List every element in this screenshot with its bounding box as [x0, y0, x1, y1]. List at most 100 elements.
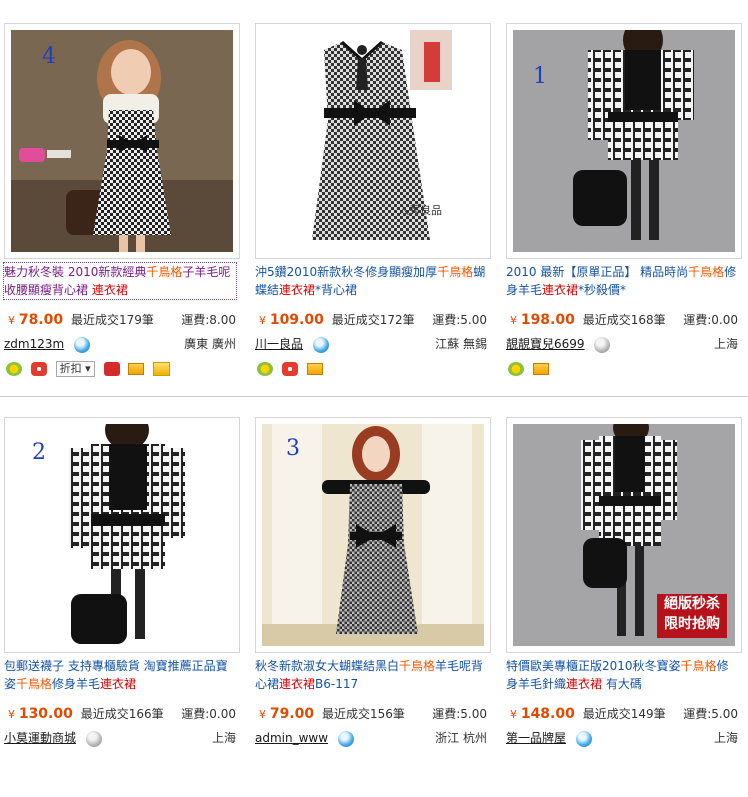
product-image[interactable]: 1: [506, 23, 742, 259]
price-row: ¥ 78.00 最近成交179筆 運費:8.00: [4, 311, 236, 329]
product-image[interactable]: 4: [4, 23, 240, 259]
price: 109.00: [269, 312, 324, 328]
ranking-number: 2: [32, 440, 46, 465]
seller-link[interactable]: 小莫運動商城: [4, 731, 76, 745]
title-text: 有大碼: [602, 677, 642, 691]
consumer-protection-icon[interactable]: [6, 362, 22, 376]
price-row: ¥ 198.00 最近成交168筆 運費:0.00: [506, 311, 738, 329]
product-image[interactable]: 3: [255, 417, 491, 653]
price-row: ¥ 130.00 最近成交166筆 運費:0.00: [4, 705, 236, 723]
product-title[interactable]: 秋冬新款淑女大蝴蝶結黑白千鳥格羊毛呢背心裙連衣裙B6-117: [255, 657, 487, 693]
sales-count: 最近成交179筆: [70, 313, 154, 327]
wangwang-online-icon[interactable]: [312, 336, 329, 353]
price: 198.00: [520, 312, 575, 328]
title-keyword: 連衣裙: [542, 283, 579, 297]
gift-icon[interactable]: [30, 362, 47, 376]
wangwang-offline-icon[interactable]: [594, 336, 611, 353]
seller-location: 上海: [211, 731, 236, 745]
ranking-number: 3: [286, 436, 300, 461]
price: 130.00: [18, 706, 73, 722]
product-title[interactable]: 包郵送襪子 支持專櫃驗貨 淘寶推薦正品寶姿千鳥格修身羊毛連衣裙: [4, 657, 236, 693]
title-keyword: 連衣裙: [566, 677, 603, 691]
consumer-protection-icon[interactable]: [508, 361, 524, 376]
service-badges: [508, 361, 554, 379]
seller-link[interactable]: admin_www: [255, 731, 328, 745]
seller-row: admin_www 浙江 杭州: [255, 729, 487, 747]
title-keyword: 千鳥格: [399, 659, 436, 673]
price: 148.00: [520, 706, 575, 722]
plus-badge-icon[interactable]: [153, 362, 171, 376]
watermark-text: 入秀良品: [398, 204, 442, 217]
title-keyword: 連衣裙: [279, 283, 316, 297]
currency-symbol: ¥: [510, 708, 517, 721]
price-row: ¥ 79.00 最近成交156筆 運費:5.00: [255, 705, 487, 723]
ranking-number: 1: [533, 64, 547, 89]
gift-icon[interactable]: [281, 361, 298, 376]
seller-link[interactable]: zdm123m: [4, 337, 64, 351]
product-card: 4 魅力秋冬裝 2010新款經典千鳥格子羊毛呢收腰顯瘦背心裙 連衣裙 ¥ 78.…: [3, 23, 242, 403]
product-image[interactable]: 絕版秒杀 限时抢购: [506, 417, 742, 653]
wangwang-online-icon[interactable]: [74, 336, 91, 353]
seller-link[interactable]: 川一良品: [255, 337, 303, 351]
credit-card-icon[interactable]: [128, 363, 145, 375]
sales-count: 最近成交168筆: [582, 313, 666, 327]
seller-link[interactable]: 第一品牌屋: [506, 731, 566, 745]
product-title[interactable]: 魅力秋冬裝 2010新款經典千鳥格子羊毛呢收腰顯瘦背心裙 連衣裙: [3, 262, 237, 300]
currency-symbol: ¥: [259, 708, 266, 721]
seller-location: 江蘇 無錫: [435, 337, 487, 351]
product-image[interactable]: 入秀良品: [255, 23, 491, 259]
currency-symbol: ¥: [8, 708, 15, 721]
product-image[interactable]: 2: [4, 417, 240, 653]
shipping-fee: 運費:8.00: [181, 313, 236, 327]
title-keyword: 千鳥格: [688, 265, 725, 279]
product-title[interactable]: 特價歐美專櫃正版2010秋冬寶姿千鳥格修身羊毛針織連衣裙 有大碼: [506, 657, 738, 693]
seller-link[interactable]: 靚靚寶兒6699: [506, 337, 585, 351]
title-text: 沖5鑽2010新款秋冬修身顯瘦加厚: [255, 265, 438, 279]
product-title[interactable]: 沖5鑽2010新款秋冬修身顯瘦加厚千鳥格蝴蝶結連衣裙*背心裙: [255, 263, 487, 299]
seller-row: 川一良品 江蘇 無錫: [255, 335, 487, 353]
credit-card-icon[interactable]: [532, 362, 549, 375]
title-text: B6-117: [315, 677, 359, 691]
seller-location: 上海: [713, 731, 738, 745]
currency-symbol: ¥: [510, 314, 517, 327]
currency-symbol: ¥: [259, 314, 266, 327]
product-card: 絕版秒杀 限时抢购 特價歐美專櫃正版2010秋冬寶姿千鳥格修身羊毛針織連衣裙 有…: [506, 417, 744, 797]
product-card: 3 秋冬新款淑女大蝴蝶結黑白千鳥格羊毛呢背心裙連衣裙B6-117 ¥ 79.00…: [255, 417, 493, 797]
discount-label: 折扣: [59, 362, 82, 375]
title-keyword: 千鳥格: [680, 659, 717, 673]
title-keyword: 連衣裙: [91, 283, 128, 297]
sales-count: 最近成交166筆: [80, 707, 164, 721]
service-badges: 折扣 ▾: [6, 361, 175, 379]
shipping-fee: 運費:0.00: [181, 707, 236, 721]
title-keyword: 連衣裙: [100, 677, 137, 691]
title-text: 修身羊毛: [52, 677, 101, 691]
title-text: 魅力秋冬裝 2010新款經典: [4, 265, 147, 279]
consumer-protection-icon[interactable]: [257, 361, 273, 376]
title-text: 秋冬新款淑女大蝴蝶結黑白: [255, 659, 400, 673]
wangwang-online-icon[interactable]: [337, 730, 354, 747]
seller-location: 浙江 杭州: [435, 731, 487, 745]
sales-count: 最近成交156筆: [321, 707, 405, 721]
wangwang-offline-icon[interactable]: [85, 730, 102, 747]
sales-count: 最近成交149筆: [582, 707, 666, 721]
discount-dropdown[interactable]: 折扣 ▾: [55, 361, 95, 377]
price: 78.00: [18, 312, 64, 328]
credit-card-icon[interactable]: [306, 362, 323, 375]
price-row: ¥ 148.00 最近成交149筆 運費:5.00: [506, 705, 738, 723]
seller-location: 廣東 廣州: [184, 337, 236, 351]
promo-stamp: 絕版秒杀 限时抢购: [657, 594, 727, 638]
shipping-fee: 運費:5.00: [683, 707, 738, 721]
price-row: ¥ 109.00 最近成交172筆 運費:5.00: [255, 311, 487, 329]
product-card: 1 2010 最新【原單正品】 精品時尚千鳥格修身羊毛連衣裙*秒殺價* ¥ 19…: [506, 23, 744, 403]
title-text: *背心裙: [315, 283, 358, 297]
title-keyword: 千鳥格: [146, 265, 183, 279]
title-text: 2010 最新【原單正品】 精品時尚: [506, 265, 689, 279]
credit-crown-icon[interactable]: [103, 362, 120, 376]
title-text: 特價歐美專櫃正版2010秋冬寶姿: [506, 659, 681, 673]
product-title[interactable]: 2010 最新【原單正品】 精品時尚千鳥格修身羊毛連衣裙*秒殺價*: [506, 263, 738, 299]
wangwang-online-icon[interactable]: [575, 730, 592, 747]
row-divider: [0, 396, 748, 397]
sales-count: 最近成交172筆: [331, 313, 415, 327]
title-keyword: 千鳥格: [437, 265, 474, 279]
currency-symbol: ¥: [8, 314, 15, 327]
